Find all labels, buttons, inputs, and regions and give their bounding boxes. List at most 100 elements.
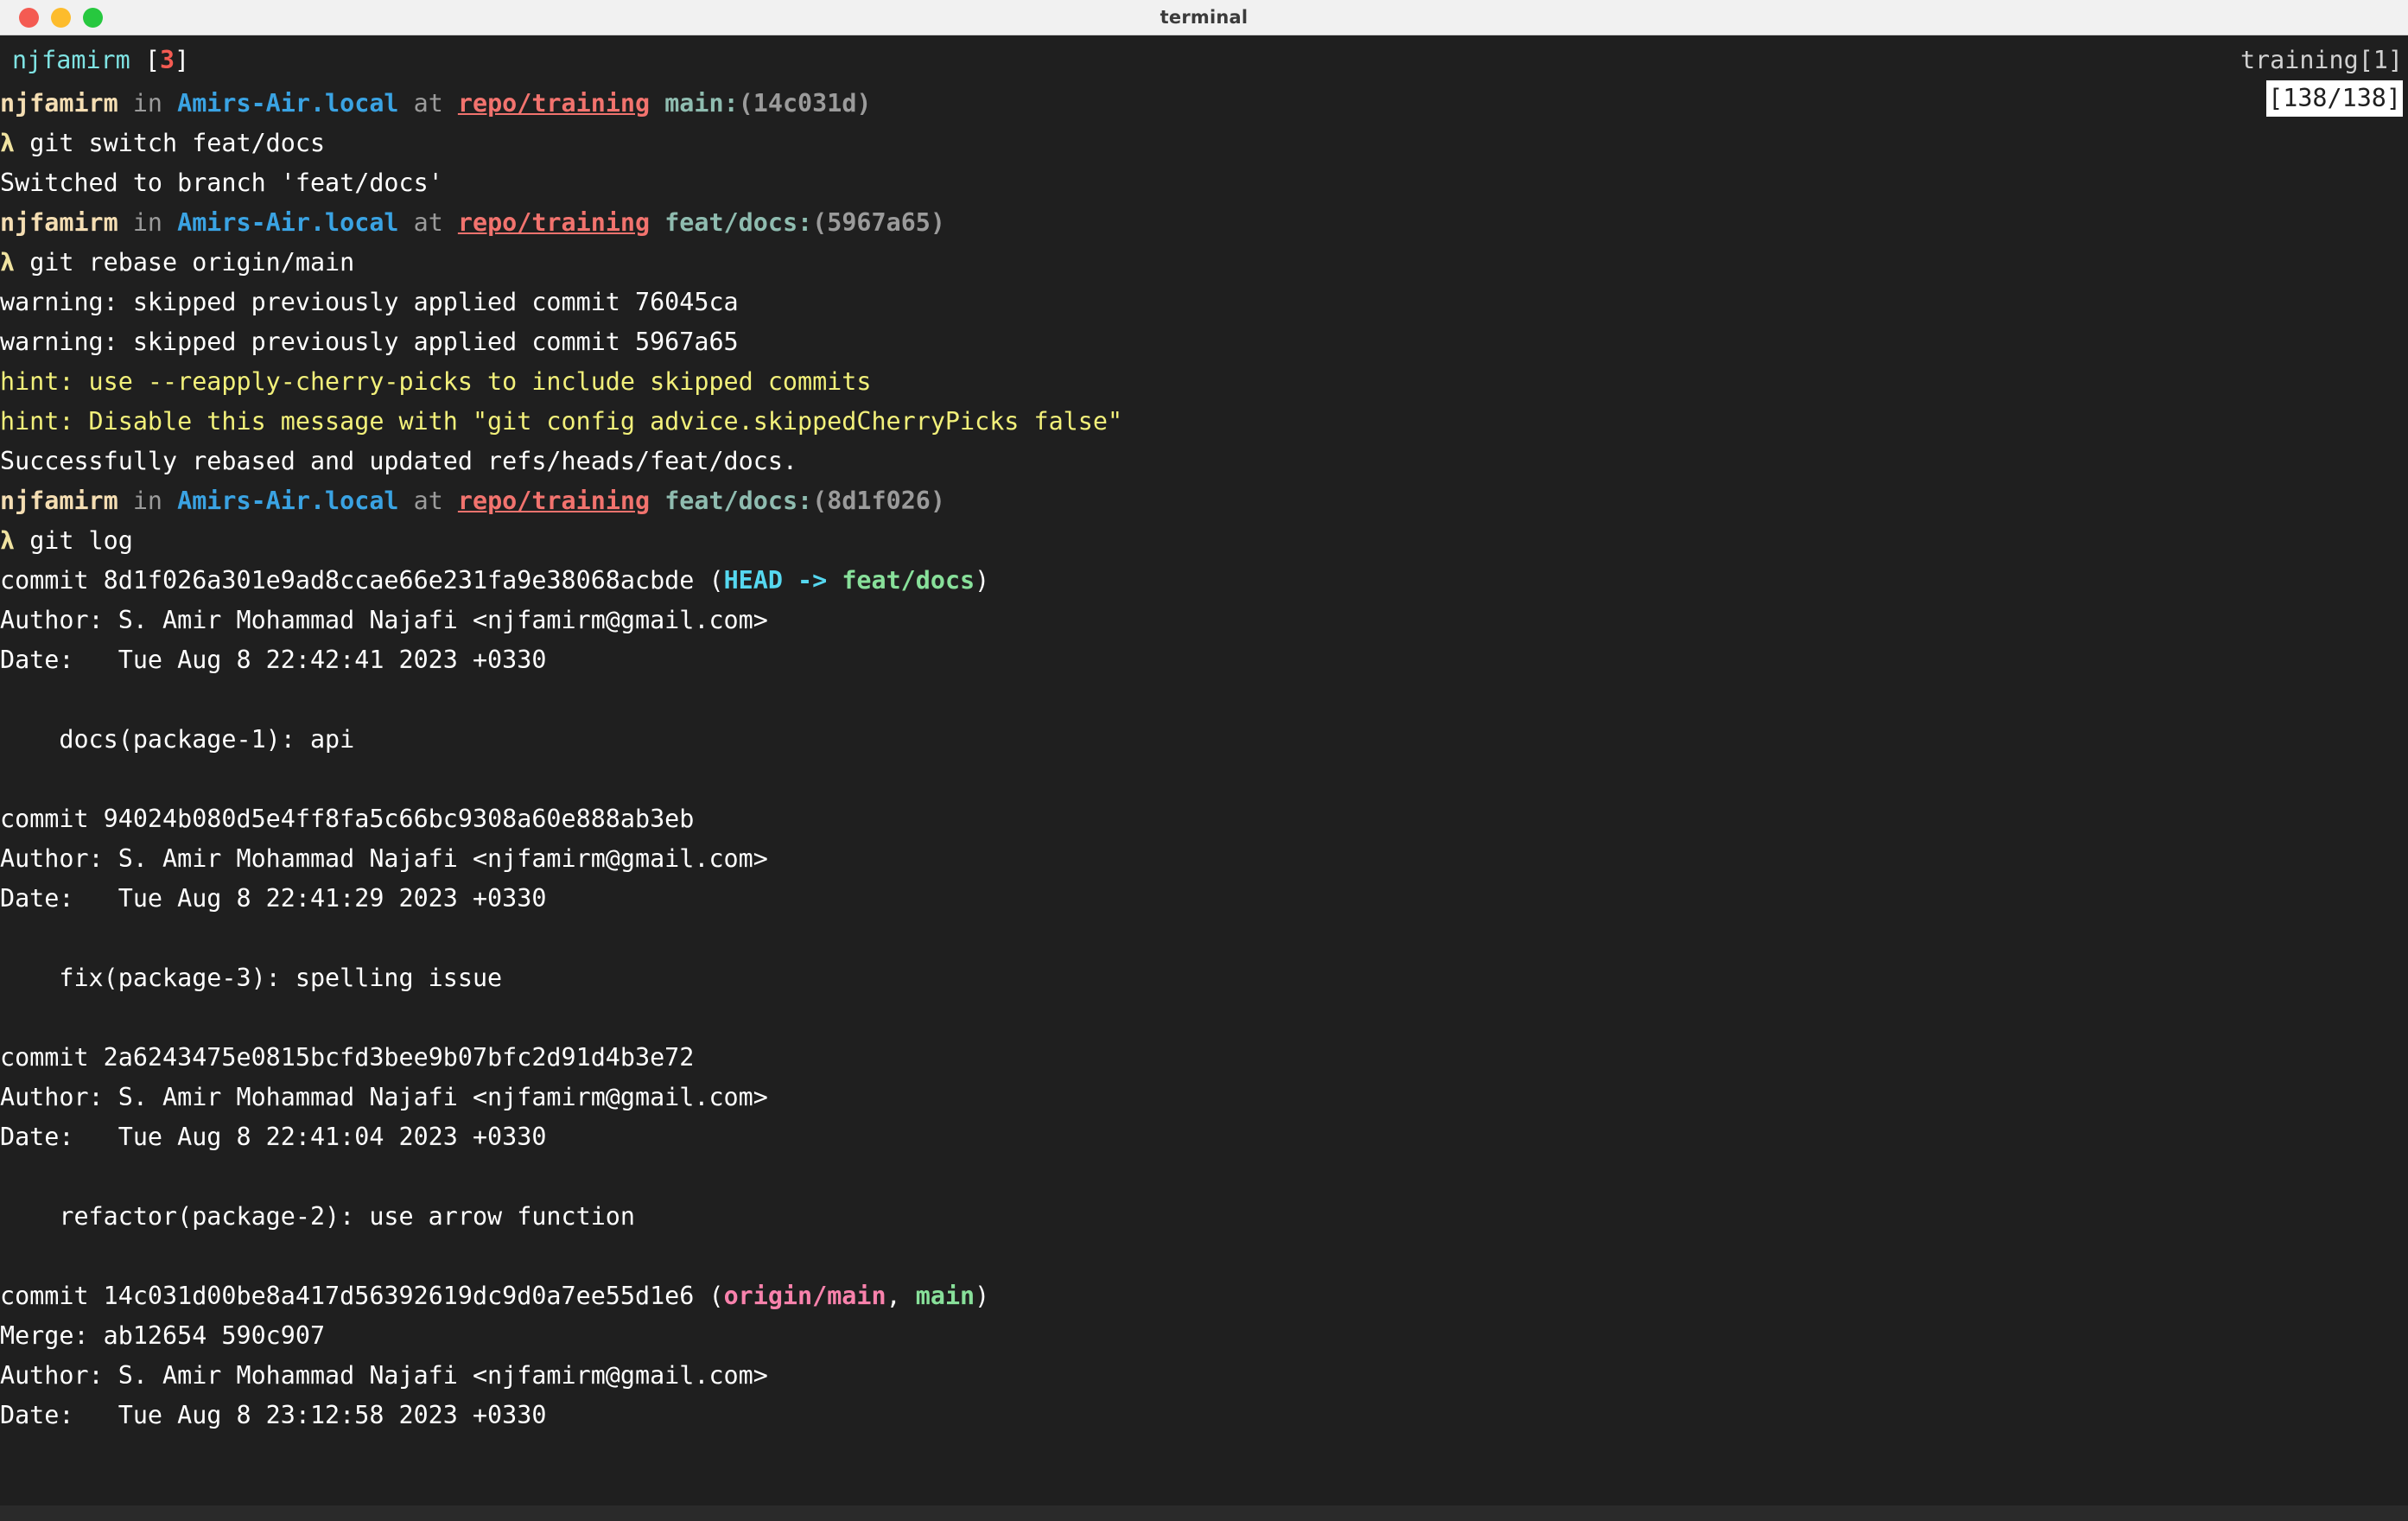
output-text: Author: S. Amir Mohammad Najafi <njfamir… — [0, 1083, 768, 1111]
prompt-host: Amirs-Air.local — [177, 89, 399, 118]
prompt-symbol-icon: λ — [0, 526, 30, 555]
scroll-position-indicator: [138/138] — [2266, 80, 2403, 117]
commit-line: commit 14c031d00be8a417d56392619dc9d0a7e… — [0, 1276, 2408, 1316]
commit-label: commit — [0, 1043, 104, 1072]
output-text: Author: S. Amir Mohammad Najafi <njfamir… — [0, 1361, 768, 1390]
commit-ref-head: HEAD — [723, 566, 783, 595]
output-line: Date: Tue Aug 8 22:41:04 2023 +0330 — [0, 1117, 2408, 1157]
commit-refs-close: ) — [975, 566, 990, 595]
commit-ref-local: feat/docs — [842, 566, 975, 595]
commit-ref-head: -> — [782, 566, 842, 595]
blank-line — [0, 760, 2408, 799]
commit-ref-remote: origin/main — [723, 1282, 886, 1310]
prompt-symbol-icon: λ — [0, 129, 30, 157]
output-text: Author: S. Amir Mohammad Najafi <njfamir… — [0, 844, 768, 873]
blank-line — [0, 1157, 2408, 1197]
prompt-commit-hash: (5967a65) — [812, 208, 945, 237]
blank-line — [0, 680, 2408, 720]
output-line: warning: skipped previously applied comm… — [0, 283, 2408, 322]
blank-text — [0, 924, 15, 952]
output-text: Author: S. Amir Mohammad Najafi <njfamir… — [0, 606, 768, 634]
output-line: refactor(package-2): use arrow function — [0, 1197, 2408, 1237]
prompt-line: njfamirm in Amirs-Air.local at repo/trai… — [0, 481, 2408, 521]
hint-text: hint: use --reapply-cherry-picks to incl… — [0, 367, 872, 396]
output-line: Date: Tue Aug 8 23:12:58 2023 +0330 — [0, 1396, 2408, 1435]
output-line: Merge: ab12654 590c907 — [0, 1316, 2408, 1356]
commit-sha: 8d1f026a301e9ad8ccae66e231fa9e38068acbde — [103, 566, 695, 595]
status-session-user: njfamirm — [12, 46, 130, 74]
window-titlebar: terminal — [0, 0, 2408, 35]
output-line: warning: skipped previously applied comm… — [0, 322, 2408, 362]
prompt-branch: feat/docs — [664, 208, 798, 237]
command-line: λ git rebase origin/main — [0, 243, 2408, 283]
output-text: Date: Tue Aug 8 22:42:41 2023 +0330 — [0, 646, 547, 674]
prompt-path: repo/training — [457, 487, 651, 515]
prompt-user: njfamirm — [0, 89, 118, 118]
prompt-commit-hash: (14c031d) — [738, 89, 872, 118]
status-session-index: 3 — [159, 46, 175, 74]
terminal-window: terminal njfamirm [3] training[1] [138/1… — [0, 0, 2408, 1521]
blank-line — [0, 998, 2408, 1038]
output-line: Date: Tue Aug 8 22:42:41 2023 +0330 — [0, 640, 2408, 680]
prompt-path: repo/training — [457, 208, 651, 237]
status-bracket-close: ] — [175, 46, 190, 74]
status-bracket-open: [ — [130, 46, 160, 74]
terminal-bottom-bar — [0, 1505, 2408, 1521]
output-text: warning: skipped previously applied comm… — [0, 328, 739, 356]
maximize-window-icon[interactable] — [83, 7, 103, 28]
prompt-host: Amirs-Air.local — [177, 487, 399, 515]
terminal-content[interactable]: njfamirm [3] training[1] [138/138] njfam… — [0, 35, 2408, 1521]
output-line: Switched to branch 'feat/docs' — [0, 163, 2408, 203]
hint-line: hint: Disable this message with "git con… — [0, 402, 2408, 442]
hint-line: hint: use --reapply-cherry-picks to incl… — [0, 362, 2408, 402]
blank-text — [0, 1003, 15, 1032]
command-text: git rebase origin/main — [29, 248, 355, 277]
commit-sha: 2a6243475e0815bcfd3bee9b07bfc2d91d4b3e72 — [103, 1043, 695, 1072]
commit-line: commit 8d1f026a301e9ad8ccae66e231fa9e380… — [0, 561, 2408, 601]
blank-line — [0, 1237, 2408, 1276]
prompt-line: njfamirm in Amirs-Air.local at repo/trai… — [0, 203, 2408, 243]
prompt-word-at: at — [398, 487, 458, 515]
commit-label: commit — [0, 1282, 104, 1310]
status-line: njfamirm [3] training[1] — [0, 35, 2408, 80]
commit-sha: 14c031d00be8a417d56392619dc9d0a7ee55d1e6 — [103, 1282, 695, 1310]
output-text: Switched to branch 'feat/docs' — [0, 169, 443, 197]
blank-text — [0, 1242, 15, 1270]
prompt-word-at: at — [398, 208, 458, 237]
prompt-word-at: at — [398, 89, 458, 118]
output-line: Author: S. Amir Mohammad Najafi <njfamir… — [0, 1356, 2408, 1396]
blank-text — [0, 765, 15, 793]
output-text: Date: Tue Aug 8 22:41:29 2023 +0330 — [0, 884, 547, 913]
commit-ref-separator: , — [886, 1282, 916, 1310]
output-line: Author: S. Amir Mohammad Najafi <njfamir… — [0, 839, 2408, 879]
prompt-symbol-icon: λ — [0, 248, 30, 277]
prompt-user: njfamirm — [0, 208, 118, 237]
prompt-host: Amirs-Air.local — [177, 208, 399, 237]
commit-refs-open: ( — [694, 1282, 724, 1310]
output-text: refactor(package-2): use arrow function — [0, 1202, 635, 1231]
prompt-path: repo/training — [457, 89, 651, 118]
prompt-word-in: in — [118, 208, 178, 237]
window-title: terminal — [1160, 7, 1248, 28]
minimize-window-icon[interactable] — [51, 7, 71, 28]
close-window-icon[interactable] — [19, 7, 39, 28]
output-line: Author: S. Amir Mohammad Najafi <njfamir… — [0, 601, 2408, 640]
output-text: docs(package-1): api — [0, 725, 355, 754]
output-line: Successfully rebased and updated refs/he… — [0, 442, 2408, 481]
prompt-user: njfamirm — [0, 487, 118, 515]
command-text: git switch feat/docs — [29, 129, 326, 157]
hint-text: hint: Disable this message with "git con… — [0, 407, 1123, 436]
status-session-name: training[1] — [2240, 46, 2403, 74]
output-text: Date: Tue Aug 8 22:41:04 2023 +0330 — [0, 1123, 547, 1151]
commit-line: commit 94024b080d5e4ff8fa5c66bc9308a60e8… — [0, 799, 2408, 839]
commit-refs-open: ( — [694, 566, 724, 595]
command-line: λ git log — [0, 521, 2408, 561]
prompt-word-in: in — [118, 89, 178, 118]
blank-line — [0, 919, 2408, 958]
output-text: Merge: ab12654 590c907 — [0, 1321, 326, 1350]
commit-refs-close: ) — [975, 1282, 990, 1310]
output-line: Date: Tue Aug 8 22:41:29 2023 +0330 — [0, 879, 2408, 919]
commit-line: commit 2a6243475e0815bcfd3bee9b07bfc2d91… — [0, 1038, 2408, 1078]
prompt-line: njfamirm in Amirs-Air.local at repo/trai… — [0, 84, 2408, 124]
